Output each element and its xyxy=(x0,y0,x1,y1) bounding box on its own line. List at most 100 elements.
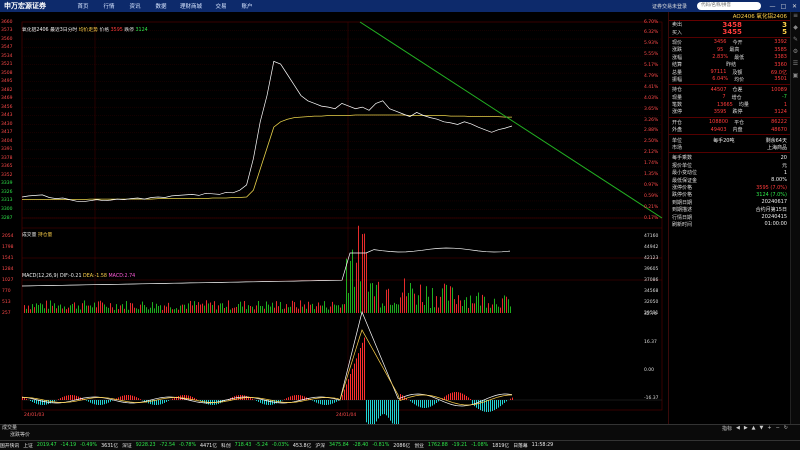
nav-trade[interactable]: 交易 xyxy=(208,2,234,10)
nav-news[interactable]: 资讯 xyxy=(122,2,148,10)
volume-bar xyxy=(354,286,355,313)
minimize-icon[interactable]: — xyxy=(767,3,778,10)
nav-market[interactable]: 行情 xyxy=(96,2,122,10)
volume-bar xyxy=(328,309,329,313)
volume-bar xyxy=(438,307,439,313)
bid-price[interactable]: 3455 xyxy=(722,28,741,36)
toolbar-icon-1[interactable]: ≡ xyxy=(791,12,800,24)
macd-bar xyxy=(188,395,189,400)
percent-axis-tick: 0.97% xyxy=(644,182,659,188)
volume-bar xyxy=(230,309,231,313)
prev-icon[interactable]: ◀ xyxy=(736,425,740,432)
tab-volume[interactable]: 成交量 xyxy=(2,425,17,431)
nav-account[interactable]: 账户 xyxy=(234,2,260,10)
percent-axis-tick: 2.50% xyxy=(644,139,659,145)
macd-bar xyxy=(482,400,483,412)
macd-bar xyxy=(488,400,489,412)
volume-bar xyxy=(436,296,437,313)
maximize-icon[interactable]: □ xyxy=(778,3,789,10)
volume-bar xyxy=(356,262,357,313)
info-row: 报价单位 元 xyxy=(669,162,790,169)
macd-bar xyxy=(106,400,107,404)
status-item: 科创 xyxy=(221,444,231,449)
macd-bar xyxy=(132,395,133,400)
price-axis-tick: 3482 xyxy=(1,87,13,93)
info-value: 20240617 xyxy=(761,199,787,206)
nav-home[interactable]: 首页 xyxy=(70,2,96,10)
info-value: 1 xyxy=(783,169,787,176)
volume-bar xyxy=(242,306,243,313)
volume-bar xyxy=(236,306,237,313)
volume-bar xyxy=(124,308,125,313)
volume-bar xyxy=(172,309,173,313)
volume-bar xyxy=(440,296,441,313)
volume-bar xyxy=(160,305,161,313)
percent-axis-tick: 1.35% xyxy=(644,171,659,177)
volume-bar xyxy=(142,301,143,313)
quote-stat-label: 最低 xyxy=(734,54,745,61)
volume-bar xyxy=(192,305,193,313)
volume-label: 成交量 xyxy=(22,233,37,238)
macd-bar xyxy=(390,400,391,421)
toolbar-icon-5[interactable]: ☰ xyxy=(791,60,800,72)
volume-bar xyxy=(458,295,459,313)
chart-area[interactable]: 24/01/03 24/01/04 氧化铝2406 最近3日分时 均价走势 价格 … xyxy=(0,12,668,424)
volume-bar xyxy=(240,301,241,313)
volume-bar xyxy=(420,284,421,313)
bid-row[interactable]: 买入 3455 5 xyxy=(669,28,790,36)
tab-price-change[interactable]: 涨跌等价 xyxy=(10,432,30,438)
next-icon[interactable]: ▶ xyxy=(744,425,748,432)
macd-bar xyxy=(174,397,175,400)
right-toolbar[interactable]: ≡ ◆ ✎ ⚙ ☰ ▣ xyxy=(790,12,800,424)
info-row: 涨停价格 3595 (7.0%) xyxy=(669,184,790,192)
refresh-icon[interactable]: ↻ xyxy=(784,425,788,432)
dea-line xyxy=(21,329,512,406)
intraday-chart[interactable]: 24/01/03 24/01/04 xyxy=(0,12,668,424)
x-axis-label: 24/01/03 xyxy=(24,412,44,418)
volume-bar xyxy=(462,306,463,313)
up-icon[interactable]: ▲ xyxy=(752,425,756,432)
market-label: 市场 xyxy=(672,145,683,152)
volume-bar xyxy=(362,234,363,313)
close-icon[interactable]: ✕ xyxy=(789,3,800,10)
volume-bar xyxy=(92,307,93,313)
quote-stat-value: 2.83% xyxy=(712,54,729,61)
flow-stat-label: 平仓 xyxy=(734,119,745,126)
macd-bar xyxy=(376,400,377,422)
position-stat-label: 现量 xyxy=(672,94,683,101)
macd-bar xyxy=(428,400,429,408)
volume-bar xyxy=(424,304,425,313)
trend-line[interactable] xyxy=(359,21,663,219)
toolbar-icon-2[interactable]: ◆ xyxy=(791,24,800,36)
nav-wealth-mall[interactable]: 理财商城 xyxy=(174,2,208,10)
volume-bar xyxy=(350,260,351,313)
macd-bar xyxy=(264,400,265,405)
info-label: 最低保证金 xyxy=(672,177,698,184)
volume-bar xyxy=(484,296,485,313)
down-icon[interactable]: ▼ xyxy=(760,425,764,432)
zoom-in-icon[interactable]: + xyxy=(767,425,771,432)
volume-bar xyxy=(504,295,505,313)
toolbar-icon-6[interactable]: ▣ xyxy=(791,72,800,84)
macd-bar xyxy=(124,395,125,400)
indicator-button[interactable]: 指标 xyxy=(722,425,732,432)
zoom-out-icon[interactable]: − xyxy=(776,425,780,432)
volume-bar xyxy=(284,308,285,313)
nav-data[interactable]: 数据 xyxy=(148,2,174,10)
info-value: 01:00:00 xyxy=(764,221,787,228)
flow-stat-row: 外盘 49403 内盘 48670 xyxy=(669,126,790,134)
toolbar-icon-4[interactable]: ⚙ xyxy=(791,48,800,60)
volume-bar xyxy=(254,309,255,313)
x-axis-label: 24/01/04 xyxy=(336,412,356,418)
volume-bar xyxy=(278,306,279,313)
search-input[interactable]: 代码/名称/拼音 xyxy=(697,2,761,10)
toolbar-icon-3[interactable]: ✎ xyxy=(791,36,800,48)
price-value: 3595 xyxy=(110,28,123,33)
volume-bar xyxy=(76,308,77,313)
volume-bar xyxy=(128,309,129,313)
volume-bar xyxy=(426,286,427,313)
volume-bar xyxy=(180,305,181,313)
login-status[interactable]: 证券交易未登录 xyxy=(652,3,687,10)
macd-bar xyxy=(130,395,131,400)
volume-bar xyxy=(358,225,359,313)
